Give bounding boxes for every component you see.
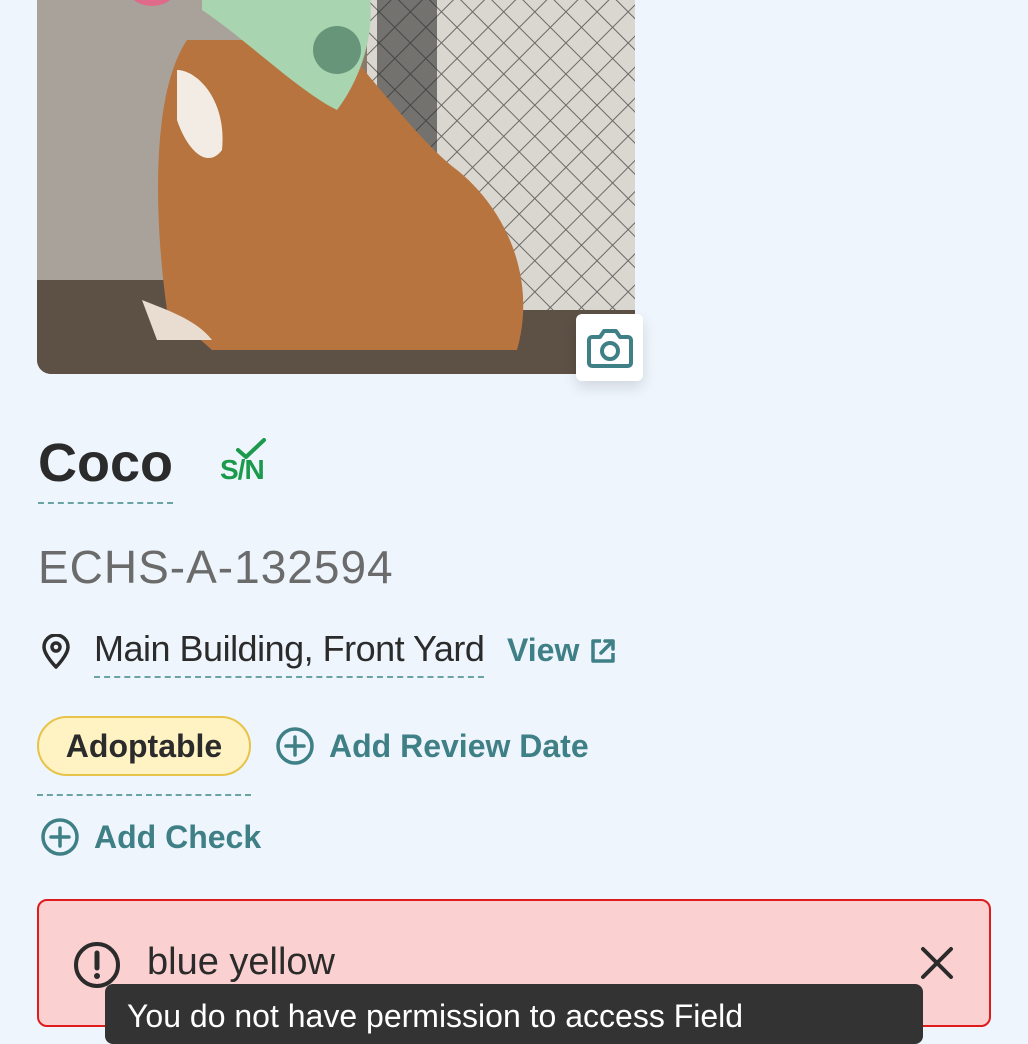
alert-text: blue yellow <box>147 941 335 983</box>
status-label: Adoptable <box>65 727 223 764</box>
view-location-link[interactable]: View <box>507 632 617 669</box>
change-photo-button[interactable] <box>576 314 643 381</box>
add-review-date-label: Add Review Date <box>329 727 589 764</box>
status-field[interactable]: Adoptable <box>37 716 251 796</box>
add-check-label: Add Check <box>94 818 262 855</box>
camera-icon <box>586 328 633 368</box>
sn-label: S/N <box>220 454 265 485</box>
permission-tooltip: You do not have permission to access Fie… <box>105 984 923 1044</box>
map-pin-icon <box>42 634 70 669</box>
add-review-date-button[interactable]: Add Review Date <box>275 726 589 766</box>
location-field[interactable]: Main Building, Front Yard <box>94 628 485 678</box>
animal-photo <box>37 0 635 374</box>
close-icon[interactable] <box>919 945 955 981</box>
animal-id: ECHS-A-132594 <box>38 541 394 593</box>
add-check-button[interactable]: Add Check <box>40 817 261 857</box>
spay-neuter-badge: S/N <box>220 438 272 488</box>
animal-name[interactable]: Coco <box>38 430 173 504</box>
view-label: View <box>507 632 580 668</box>
exclamation-circle-icon <box>74 942 120 988</box>
plus-circle-icon <box>41 818 79 856</box>
external-link-icon <box>591 638 616 663</box>
status-badge[interactable]: Adoptable <box>37 716 251 776</box>
plus-circle-icon <box>276 727 314 765</box>
